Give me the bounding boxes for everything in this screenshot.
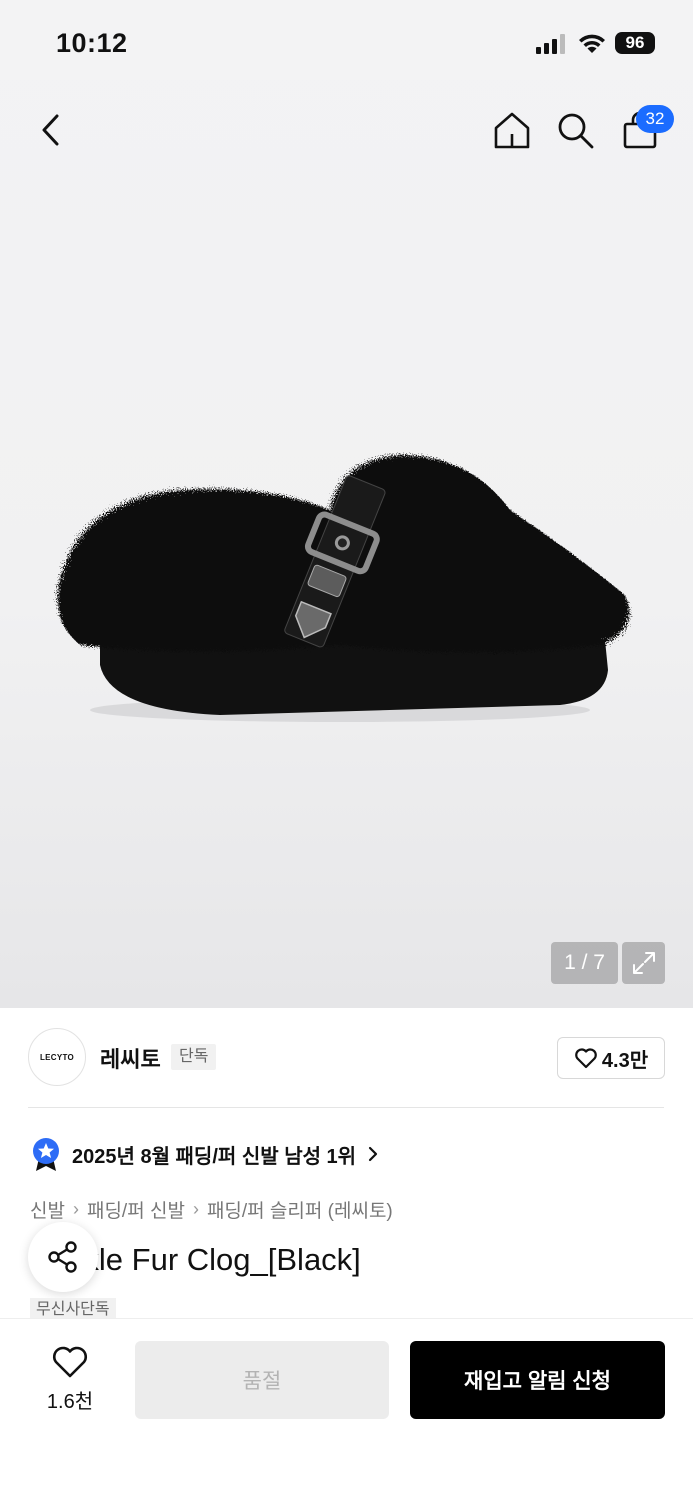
status-time: 10:12 [56,28,128,58]
ranking-badge-icon [33,1138,59,1171]
brand-logo-text: LECYTO [39,1052,75,1062]
cellular-signal-icon [536,34,565,54]
wifi-icon [579,34,605,53]
soldout-button[interactable]: 품절 [135,1341,389,1419]
breadcrumb-separator-icon: › [72,1199,79,1219]
brand-exclusive-tag: 단독 [171,1044,217,1070]
share-icon [48,1241,77,1273]
breadcrumb-separator-icon: › [192,1199,199,1219]
ranking-link[interactable]: 2025년 8월 패딩/퍼 신발 남성 1위 [30,1136,380,1172]
brand-like-count: 4.3만 [601,1049,649,1072]
brand-logo[interactable]: LECYTO [28,1028,86,1086]
ranking-text: 2025년 8월 패딩/퍼 신발 남성 1위 [72,1145,357,1168]
image-counter: 1 / 7 [551,942,618,984]
home-icon [494,112,530,149]
cart-count-badge: 32 [636,105,674,133]
wishlist-count: 1.6천 [46,1391,94,1413]
chevron-right-icon [368,1146,378,1162]
search-button[interactable] [553,108,597,152]
brand-like-button[interactable]: 4.3만 [557,1037,665,1079]
breadcrumb-item[interactable]: 패딩/퍼 신발 [87,1196,185,1223]
restock-alert-button[interactable]: 재입고 알림 신청 [410,1341,665,1419]
search-icon [558,113,594,149]
brand-row: LECYTO 레씨토 단독 4.3만 [0,1008,693,1108]
brand-name[interactable]: 레씨토 [100,1042,161,1074]
back-icon [42,114,59,146]
home-button[interactable] [490,108,534,152]
breadcrumb-item[interactable]: 패딩/퍼 슬리퍼 (레씨토) [207,1196,393,1223]
share-button[interactable] [28,1222,98,1292]
divider [28,1107,664,1108]
battery-level: 96 [625,33,645,52]
wishlist-button[interactable]: 1.6천 [32,1345,108,1415]
heart-icon [53,1346,87,1378]
battery-indicator: 96 [615,32,655,54]
product-image-gallery[interactable]: 10:12 96 32 1 / 7 [0,0,693,1008]
image-counter-text: 1 / 7 [564,951,605,974]
breadcrumb: 신발 › 패딩/퍼 신발 › 패딩/퍼 슬리퍼 (레씨토) [30,1196,393,1223]
status-bar: 10:12 96 [0,28,693,62]
heart-icon [575,1048,597,1069]
breadcrumb-item[interactable]: 신발 [30,1196,65,1223]
exclusive-badge: 무신사단독 [30,1298,116,1320]
product-image [57,455,630,722]
back-button[interactable] [28,108,72,152]
expand-icon [632,952,655,974]
cart-count: 32 [645,109,665,128]
bottom-action-bar: 1.6천 품절 재입고 알림 신청 [0,1318,693,1501]
expand-image-button[interactable] [622,942,665,984]
